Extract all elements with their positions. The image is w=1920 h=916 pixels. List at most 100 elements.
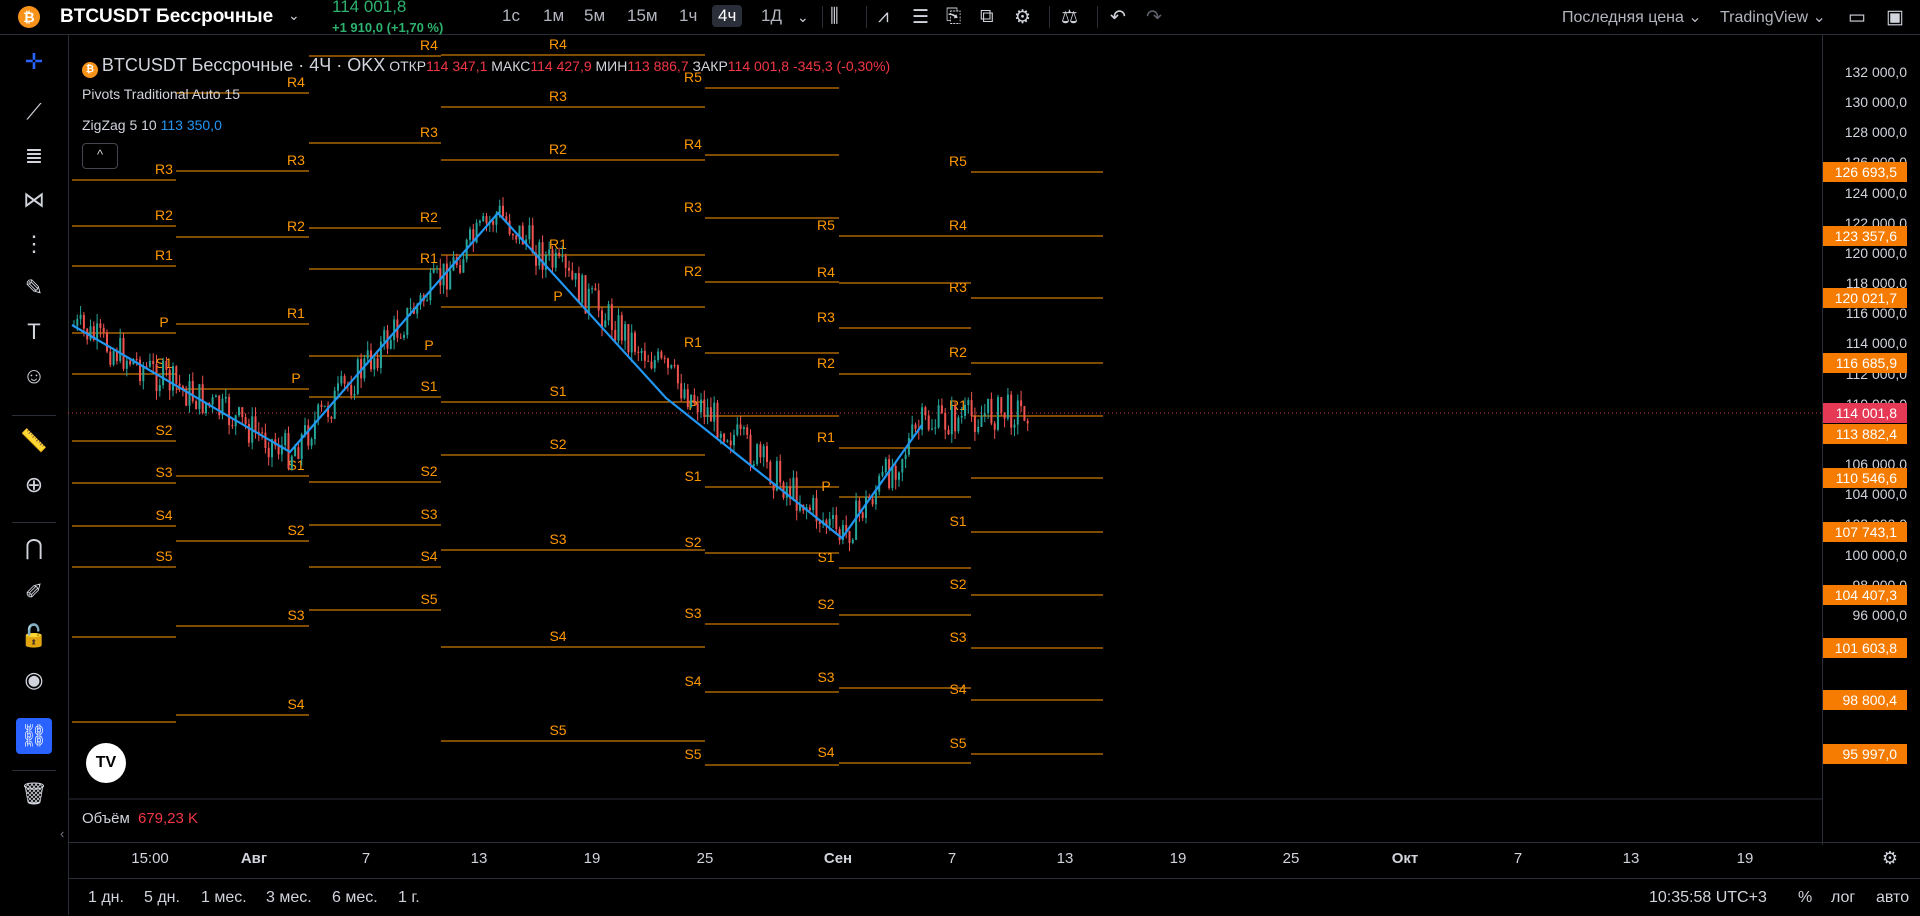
timeframe-4h[interactable]: 4ч [712,5,743,27]
candle-body [630,332,633,353]
zoom-icon[interactable]: ⊕ [0,472,68,498]
settings-gear-icon[interactable]: ⚙ [1014,6,1031,29]
timeframe-1d[interactable]: 1Д [755,5,788,27]
collapse-legend-button[interactable]: ^ [82,143,118,169]
percent-toggle[interactable]: % [1798,889,1812,907]
lock-icon[interactable]: 🔓 [0,623,68,649]
provider-select[interactable]: TradingView ⌄ [1720,7,1826,27]
price-axis-label: 132 000,0 [1844,64,1907,80]
candle-body [785,486,788,498]
pivot-level-label: S3 [420,506,437,522]
scales-icon[interactable]: ⚖ [1061,6,1078,29]
candle-body [835,515,838,530]
price-axis[interactable]: 132 000,0130 000,0128 000,0126 000,0124 … [1822,35,1920,845]
range-1d[interactable]: 1 дн. [88,889,124,907]
candle-body [759,444,762,458]
timeframe-1h[interactable]: 1ч [673,5,703,27]
range-5d[interactable]: 5 дн. [144,889,180,907]
crosshair-icon[interactable]: ✛ [0,49,68,75]
candle-body [693,394,696,404]
candle-body [89,326,92,340]
redo-icon[interactable]: ↷ [1146,6,1162,29]
screenshot-icon[interactable]: ▣ [1886,6,1904,29]
pivot-level-label: S4 [287,696,304,712]
legend-open: 114 347,1 [426,58,488,74]
emoji-icon[interactable]: ☺ [0,363,68,389]
candle-body [676,365,679,384]
range-1m[interactable]: 1 мес. [201,889,247,907]
candle-body [653,360,656,369]
timeframe-1s[interactable]: 1с [496,5,526,27]
pivot-level-label: S3 [949,629,966,645]
price-type-select[interactable]: Последняя цена ⌄ [1562,7,1702,27]
pivot-level-label: R4 [684,136,702,152]
range-6m[interactable]: 6 мес. [332,889,378,907]
indicators-icon[interactable]: ⩘ [878,6,889,28]
candle-body [1020,400,1023,407]
lock-draw-icon[interactable]: ✐ [0,579,68,605]
timeframe-1m[interactable]: 1м [537,5,570,27]
chevron-left-icon[interactable]: ‹ [60,826,64,841]
candle-body [706,407,709,417]
candle-body [76,318,79,326]
alert-icon[interactable]: ⎘ [946,6,961,28]
candle-body [482,216,485,221]
fullscreen-icon[interactable]: ▭ [1848,6,1866,29]
candle-body [686,389,689,408]
tradingview-logo-icon[interactable]: TV [86,743,126,783]
pivot-level-label: R2 [949,344,967,360]
trendline-icon[interactable]: ⟋ [0,99,68,125]
clock[interactable]: 10:35:58 UTC+3 [1649,889,1767,907]
candles-icon[interactable]: ⫼ [830,6,839,28]
link-icon[interactable]: ⛓ [16,718,52,754]
candle-body [950,405,953,435]
templates-icon[interactable]: ☰ [912,6,929,29]
candle-body [79,314,82,319]
replay-icon[interactable]: ⧉ [980,6,994,28]
candle-body [597,290,600,311]
time-axis[interactable]: 15:00 Авг 7 13 19 25 Сен 7 13 19 25 Окт 7 13 19 [68,842,1920,877]
range-1y[interactable]: 1 г. [398,889,420,907]
settings-gear-icon[interactable]: ⚙ [1882,848,1898,869]
time-axis-label: 25 [696,850,714,867]
candle-body [323,405,326,407]
price-axis-label: 130 000,0 [1844,94,1907,111]
magnet-icon[interactable]: ⋂ [0,535,68,561]
chevron-down-icon[interactable]: ⌄ [797,9,809,26]
candle-body [964,404,966,416]
pivot-level-label: P [688,397,697,413]
pivot-level-label: S1 [420,378,437,394]
undo-icon[interactable]: ↶ [1110,6,1126,29]
pivots-indicator-legend[interactable]: Pivots Traditional Auto 15 [82,86,240,102]
pivot-level-label: S5 [549,722,566,738]
brush-icon[interactable]: ✎ [0,275,68,301]
candle-body [191,381,194,402]
timeframe-15m[interactable]: 15м [621,5,664,27]
time-axis-label: Авг [240,850,268,867]
zigzag-indicator-legend[interactable]: ZigZag 5 10 113 350,0 [82,117,222,133]
forecast-icon[interactable]: ⋮ [0,231,68,257]
candle-body [663,358,666,360]
candle-body [944,413,947,430]
range-3m[interactable]: 3 мес. [266,889,312,907]
price-chart[interactable]: R3 R2 R1 P S1 S2 S3 S4 S5 R4 R3 R2 R1 P S1 S2 S3 S4 R4 R3 R2… [68,35,1822,842]
timeframe-5m[interactable]: 5м [578,5,611,27]
pivot-level-label: S3 [287,607,304,623]
candle-body [746,427,749,435]
candle-body [954,405,957,432]
eye-icon[interactable]: ◉ [0,667,68,693]
chevron-down-icon[interactable]: ⌄ [288,7,300,24]
pattern-icon[interactable]: ⋈ [0,187,68,213]
candle-body [927,415,930,430]
candle-body [152,360,155,365]
log-toggle[interactable]: лог [1831,889,1855,907]
symbol-name[interactable]: BTCUSDT Бессрочные [60,6,273,28]
fib-icon[interactable]: ≣ [0,143,68,169]
candle-body [148,360,151,367]
ruler-icon[interactable]: 📏 [0,428,68,454]
divider [12,522,56,523]
text-icon[interactable]: T [0,319,68,345]
trash-icon[interactable]: 🗑 [0,781,68,807]
auto-toggle[interactable]: авто [1876,889,1909,907]
last-price-tag: 114 001,8 [1823,403,1907,423]
